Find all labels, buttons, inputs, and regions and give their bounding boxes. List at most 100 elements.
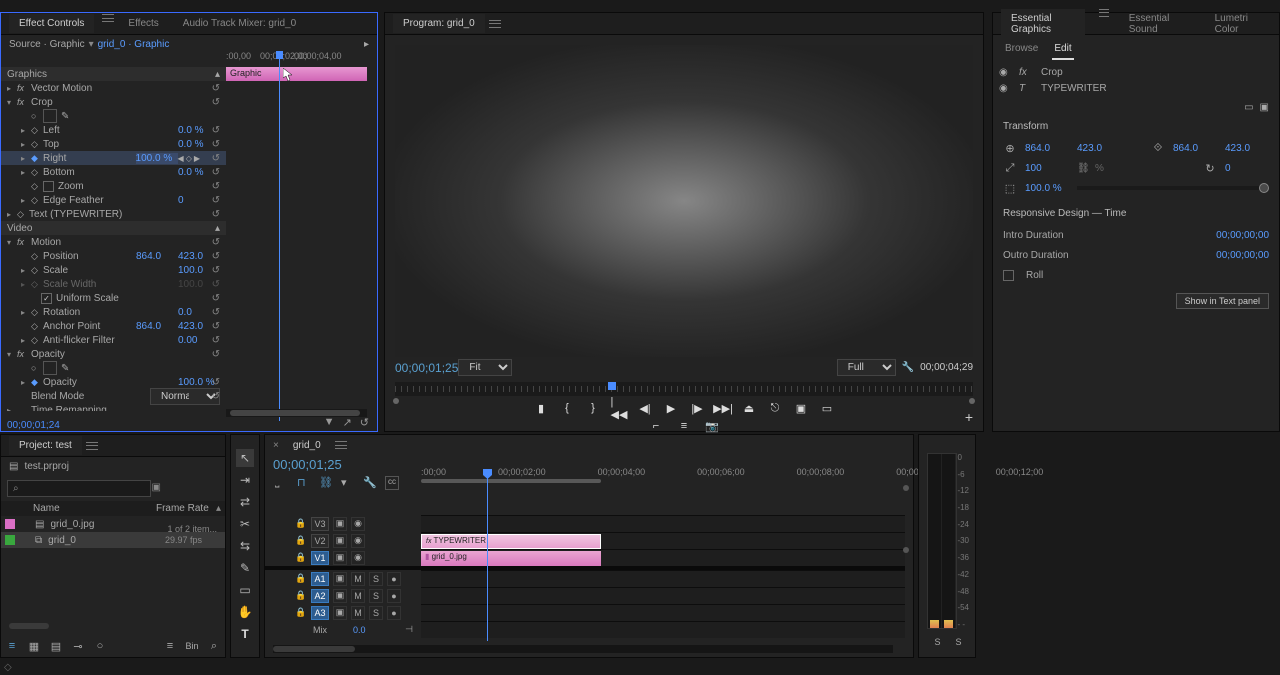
visibility-toggle-icon[interactable]: ◉ bbox=[999, 83, 1011, 94]
reset-icon[interactable]: ↺ bbox=[212, 335, 220, 346]
reset-icon[interactable]: ↺ bbox=[212, 307, 220, 318]
fx-badge[interactable]: fx bbox=[17, 83, 31, 93]
reset-icon[interactable]: ↺ bbox=[212, 251, 220, 262]
twirl-icon[interactable]: ▸ bbox=[21, 308, 31, 317]
zoom-select[interactable]: Fit bbox=[458, 359, 512, 376]
clip-link[interactable]: grid_0 · Graphic bbox=[98, 39, 170, 50]
reset-icon[interactable]: ↺ bbox=[212, 83, 220, 94]
twirl-icon[interactable]: ▾ bbox=[7, 350, 17, 359]
list-view-icon[interactable]: ≡ bbox=[5, 639, 19, 653]
new-group-icon[interactable]: ▣ bbox=[1260, 102, 1269, 113]
horizontal-scrollbar[interactable] bbox=[273, 645, 893, 653]
selection-tool-icon[interactable]: ↖ bbox=[236, 449, 254, 467]
filter-bin-icon[interactable]: ▣ bbox=[152, 482, 161, 493]
lock-track-icon[interactable]: 🔒 bbox=[295, 590, 307, 601]
lock-track-icon[interactable]: 🔒 bbox=[295, 518, 307, 529]
crop-right-value[interactable]: 100.0 % bbox=[136, 153, 178, 164]
toggle-track-output-icon[interactable]: ▣ bbox=[333, 551, 347, 565]
track-a2-target[interactable]: A2 bbox=[311, 589, 329, 603]
solo-left-icon[interactable]: S bbox=[934, 637, 940, 647]
resolution-select[interactable]: Full bbox=[837, 359, 896, 376]
track-v2-target[interactable]: V2 bbox=[311, 534, 329, 548]
reset-icon[interactable]: ↺ bbox=[212, 237, 220, 248]
label-color-swatch[interactable] bbox=[5, 519, 15, 529]
vertical-scrollbar[interactable] bbox=[903, 485, 911, 615]
stopwatch-icon[interactable]: ◇ bbox=[31, 335, 43, 346]
timeline-timecode[interactable]: 00;00;01;25 bbox=[273, 457, 342, 472]
fx-badge[interactable]: fx bbox=[17, 97, 31, 107]
safe-margins-icon[interactable]: ⌐ bbox=[648, 418, 664, 434]
twirl-icon[interactable]: ▸ bbox=[21, 140, 31, 149]
status-bar-icon[interactable]: ◇ bbox=[4, 662, 12, 673]
icon-view-icon[interactable]: ▦ bbox=[27, 639, 41, 653]
stopwatch-icon[interactable]: ◇ bbox=[31, 265, 43, 276]
stopwatch-icon[interactable]: ◆ bbox=[31, 377, 43, 388]
track-a1-target[interactable]: A1 bbox=[311, 572, 329, 586]
text-layer-effect[interactable]: Text (TYPEWRITER) bbox=[29, 209, 220, 220]
twirl-icon[interactable]: ▸ bbox=[21, 336, 31, 345]
toggle-sync-lock-icon[interactable]: ◉ bbox=[351, 551, 365, 565]
mask-rect-icon[interactable] bbox=[43, 361, 57, 375]
tab-program[interactable]: Program: grid_0 bbox=[393, 14, 485, 33]
ec-timeline-ruler[interactable]: :00,0000;00;02,0000;00;04,00 bbox=[226, 51, 373, 67]
twirl-icon[interactable]: ▸ bbox=[7, 84, 17, 93]
eg-opacity[interactable]: 100.0 % bbox=[1025, 183, 1069, 194]
source-dropdown-icon[interactable]: ▾ bbox=[89, 39, 94, 50]
lock-track-icon[interactable]: 🔒 bbox=[295, 607, 307, 618]
tab-essential-graphics[interactable]: Essential Graphics bbox=[1001, 9, 1085, 39]
mix-expand-icon[interactable]: ⊣ bbox=[405, 624, 413, 635]
slip-tool-icon[interactable]: ⇆ bbox=[236, 537, 254, 555]
eg-anchor-x[interactable]: 864.0 bbox=[1173, 143, 1217, 154]
thumbnail-slider[interactable]: ⊸ bbox=[71, 639, 85, 653]
program-scrubbar[interactable] bbox=[395, 382, 973, 396]
eg-scale[interactable]: 100 bbox=[1025, 163, 1069, 174]
label-color-swatch[interactable] bbox=[5, 535, 15, 545]
reset-icon[interactable]: ↺ bbox=[212, 209, 220, 220]
blend-mode-select[interactable]: Normal bbox=[150, 388, 220, 405]
mask-ellipse-icon[interactable]: ○ bbox=[31, 363, 43, 373]
program-viewer[interactable] bbox=[395, 45, 973, 357]
twirl-icon[interactable]: ▾ bbox=[7, 98, 17, 107]
reset-icon[interactable]: ↺ bbox=[212, 125, 220, 136]
stopwatch-icon[interactable]: ◇ bbox=[31, 167, 43, 178]
position-x[interactable]: 864.0 bbox=[136, 251, 178, 262]
sort-asc-icon[interactable]: ▴ bbox=[216, 503, 221, 514]
show-timeline-toggle[interactable]: ▸ bbox=[364, 39, 369, 50]
twirl-icon[interactable]: ▸ bbox=[7, 210, 17, 219]
fx-badge[interactable]: fx bbox=[17, 349, 31, 359]
reset-icon[interactable]: ↺ bbox=[212, 139, 220, 150]
time-remapping-effect[interactable]: Time Remapping bbox=[31, 405, 220, 412]
reset-icon[interactable]: ↺ bbox=[212, 153, 220, 164]
stopwatch-icon[interactable]: ◇ bbox=[31, 181, 43, 192]
filter-icon[interactable]: ▼ bbox=[324, 416, 335, 429]
sequence-dropdown-icon[interactable]: × bbox=[273, 440, 279, 451]
twirl-icon[interactable]: ▸ bbox=[21, 196, 31, 205]
work-area-bar[interactable] bbox=[421, 479, 601, 483]
subtab-browse[interactable]: Browse bbox=[1003, 39, 1040, 60]
pin-icon[interactable]: ↗ bbox=[343, 416, 352, 429]
reset-icon[interactable]: ↺ bbox=[212, 181, 220, 192]
prev-keyframe-icon[interactable]: ◀ bbox=[178, 154, 184, 163]
twirl-icon[interactable]: ▸ bbox=[21, 168, 31, 177]
sequence-tab[interactable]: grid_0 bbox=[283, 436, 331, 455]
stopwatch-icon[interactable]: ◇ bbox=[31, 125, 43, 136]
eg-position-x[interactable]: 864.0 bbox=[1025, 143, 1069, 154]
record-icon[interactable]: ● bbox=[387, 572, 401, 586]
layer-crop[interactable]: Crop bbox=[1041, 67, 1063, 78]
lock-track-icon[interactable]: 🔒 bbox=[295, 552, 307, 563]
section-collapse-icon[interactable]: ▴ bbox=[215, 223, 220, 234]
panel-menu-icon[interactable] bbox=[86, 442, 98, 450]
solo-track-icon[interactable]: S bbox=[369, 606, 383, 620]
panel-menu-icon[interactable] bbox=[335, 441, 347, 449]
outro-duration-value[interactable]: 00;00;00;00 bbox=[1199, 250, 1269, 261]
reset-icon[interactable]: ↺ bbox=[212, 195, 220, 206]
toggle-track-output-icon[interactable]: ▣ bbox=[333, 589, 347, 603]
clip-typewriter[interactable]: fx TYPEWRITER bbox=[421, 534, 601, 549]
track-a2-body[interactable] bbox=[421, 587, 905, 604]
fx-badge[interactable]: fx bbox=[17, 237, 31, 247]
mute-track-icon[interactable]: M bbox=[351, 589, 365, 603]
hand-tool-icon[interactable]: ✋ bbox=[236, 603, 254, 621]
visibility-toggle-icon[interactable]: ◉ bbox=[999, 67, 1011, 78]
subtab-edit[interactable]: Edit bbox=[1052, 39, 1073, 60]
find-icon[interactable]: ⌕ bbox=[207, 639, 221, 653]
